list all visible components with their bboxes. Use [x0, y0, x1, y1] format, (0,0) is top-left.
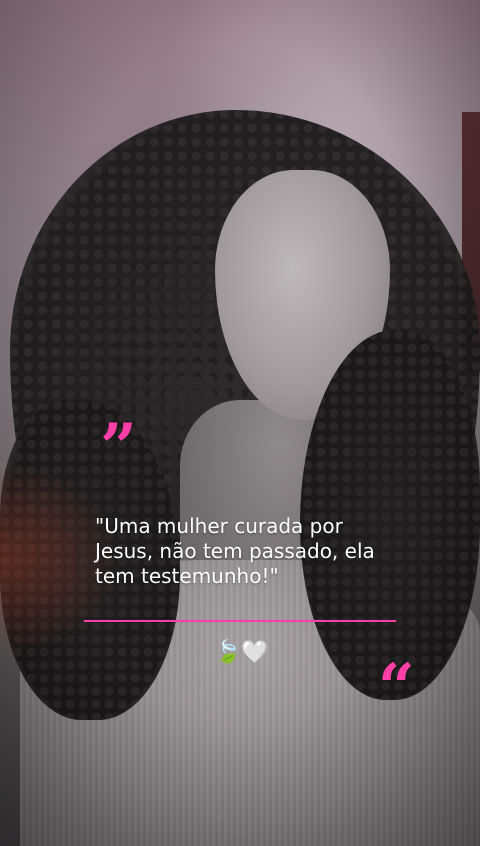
pink-divider	[84, 620, 396, 622]
leaf-heart-emoji: 🍃🤍	[214, 639, 269, 664]
open-quote-icon: ”	[100, 410, 137, 485]
close-quote-icon: “	[378, 650, 415, 725]
quote-text: "Uma mulher curada por Jesus, não tem pa…	[95, 514, 375, 588]
story-canvas: ” "Uma mulher curada por Jesus, não tem …	[0, 0, 480, 846]
